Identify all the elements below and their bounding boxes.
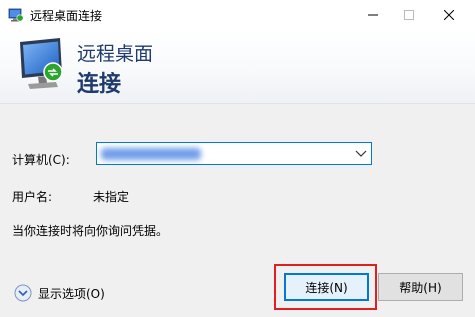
header-banner: 远程桌面 连接 <box>0 30 475 104</box>
username-value: 未指定 <box>93 190 130 204</box>
help-button[interactable]: 帮助(H) <box>378 273 463 301</box>
close-icon <box>444 10 454 20</box>
maximize-icon <box>404 10 414 20</box>
remote-desktop-monitor-icon <box>20 38 63 89</box>
minimize-icon <box>368 14 378 16</box>
minimize-button[interactable] <box>355 0 391 30</box>
computer-combobox[interactable] <box>96 142 372 165</box>
connect-button[interactable]: 连接(N) <box>284 273 369 301</box>
username-label: 用户名: <box>12 190 53 204</box>
title-bar: 远程桌面连接 <box>0 0 475 30</box>
expand-circle-icon <box>14 284 32 302</box>
show-options-toggle[interactable]: 显示选项(O) <box>14 284 105 302</box>
maximize-button[interactable] <box>391 0 427 30</box>
close-button[interactable] <box>431 0 467 30</box>
computer-value-redacted <box>101 148 201 160</box>
show-options-label: 显示选项(O) <box>38 286 105 301</box>
computer-label: 计算机(C): <box>12 153 70 167</box>
window-title: 远程桌面连接 <box>30 9 103 23</box>
chevron-down-icon[interactable] <box>355 149 367 159</box>
app-icon <box>8 8 24 22</box>
banner-title: 远程桌面 <box>77 43 154 65</box>
banner-subtitle: 连接 <box>77 72 122 97</box>
credentials-info-text: 当你连接时将向你询问凭据。 <box>12 224 169 238</box>
remote-desktop-window: 远程桌面连接 远程桌面 连接 计算机(C): 用户名: 未指定 当你连接时将向你… <box>0 0 475 317</box>
